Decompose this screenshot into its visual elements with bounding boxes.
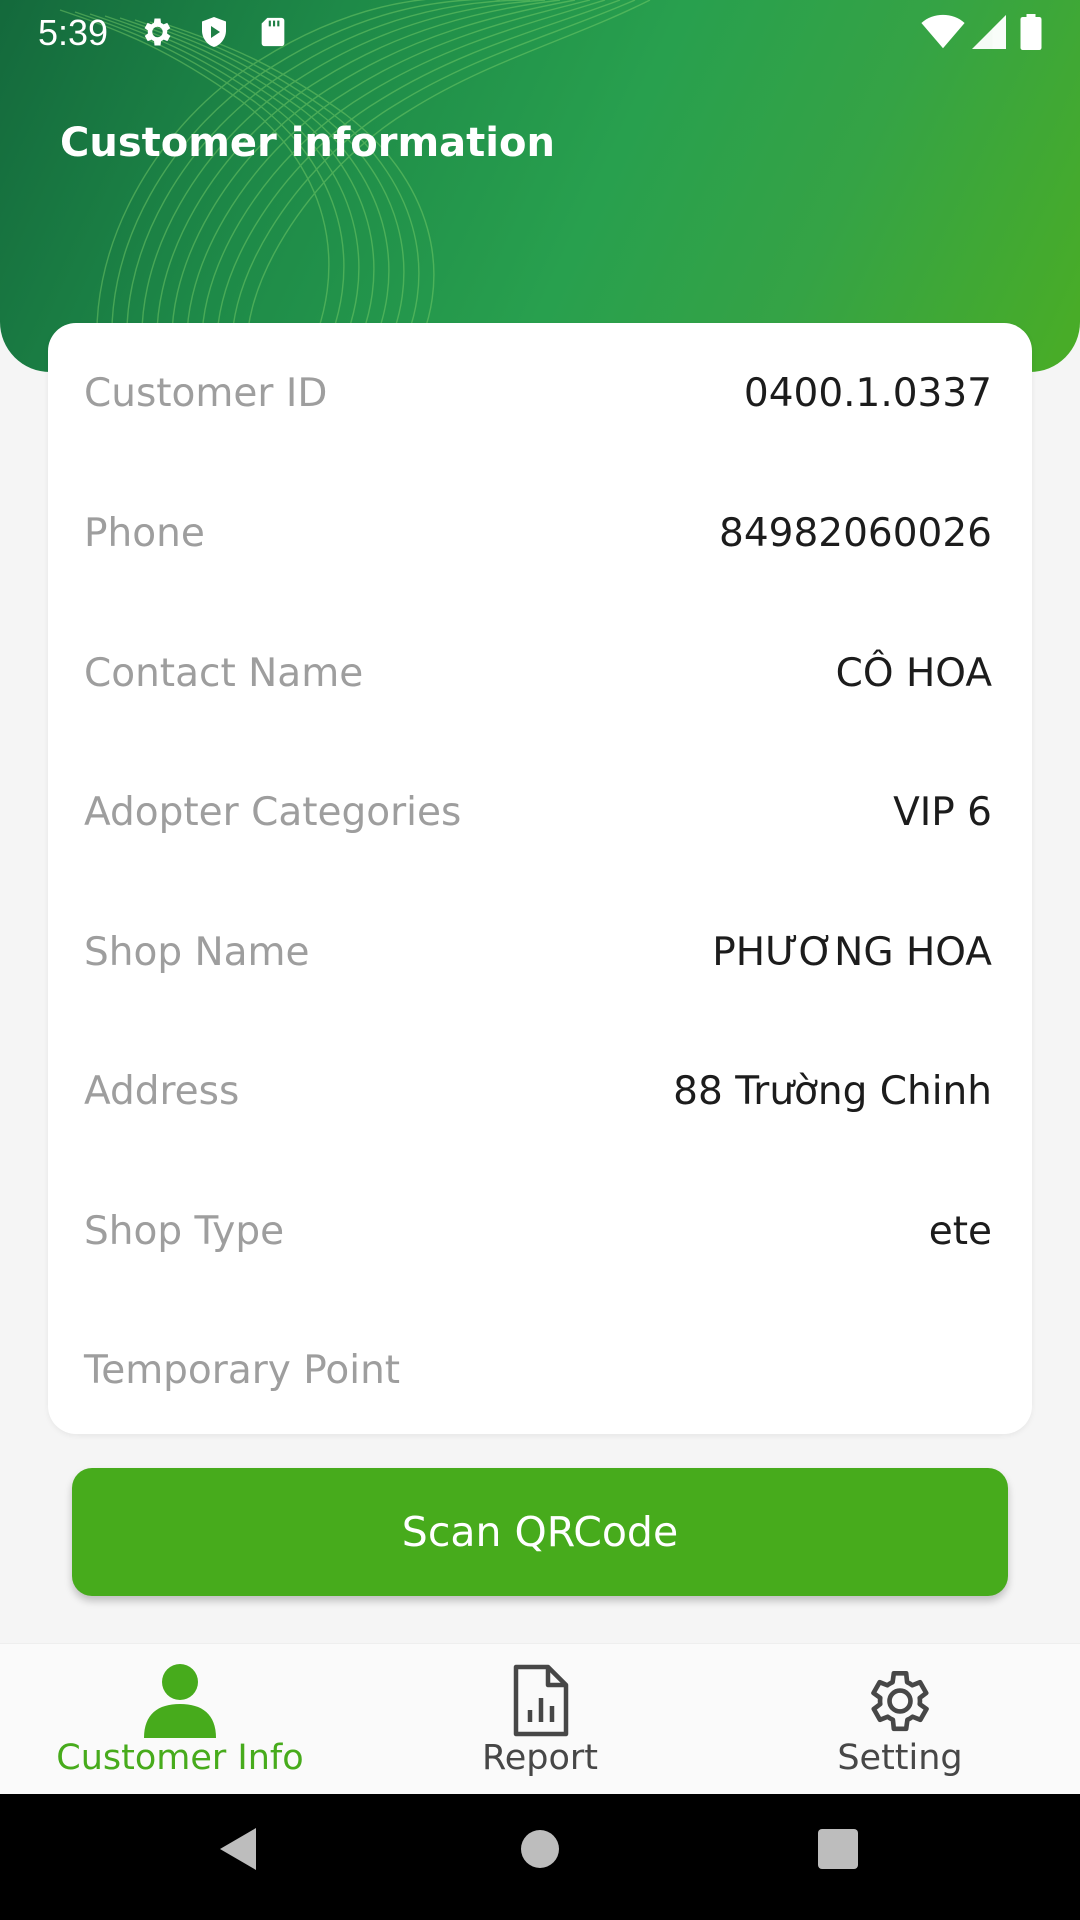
field-label: Address (84, 1068, 240, 1114)
system-navigation-bar (0, 1794, 1080, 1920)
gear-icon (871, 1670, 929, 1732)
nav-label: Setting (837, 1738, 963, 1778)
field-row-contact-name: Contact Name CÔ HOA (84, 633, 992, 713)
page-title: Customer information (60, 120, 555, 166)
field-value: 0400.1.0337 (743, 370, 992, 416)
field-row-shop-name: Shop Name PHƯƠNG HOA (84, 912, 992, 992)
nav-item-report[interactable]: Report (360, 1644, 720, 1795)
field-row-temporary-point: Temporary Point (84, 1330, 992, 1410)
scan-qrcode-button[interactable]: Scan QRCode (72, 1468, 1008, 1596)
field-row-shop-type: Shop Type ete (84, 1191, 992, 1271)
gear-icon (144, 18, 171, 46)
field-row-phone: Phone 84982060026 (84, 493, 992, 573)
field-row-adopter-categories: Adopter Categories VIP 6 (84, 772, 992, 852)
battery-icon (1020, 14, 1042, 50)
sd-card-icon (261, 17, 285, 47)
field-label: Temporary Point (84, 1347, 401, 1393)
header-banner: 5:39 Customer information (0, 0, 1080, 372)
nav-label: Report (481, 1738, 599, 1778)
bottom-navigation: Customer Info Report Setting (0, 1643, 1080, 1795)
field-value: ete (928, 1208, 992, 1254)
field-label: Contact Name (84, 650, 364, 696)
field-value: CÔ HOA (835, 650, 992, 696)
field-row-customer-id: Customer ID 0400.1.0337 (84, 353, 992, 433)
status-time: 5:39 (38, 12, 109, 53)
nav-item-customer-info[interactable]: Customer Info (0, 1644, 360, 1795)
nav-label: Customer Info (56, 1738, 304, 1778)
recents-icon[interactable] (817, 1824, 859, 1874)
field-value: VIP 6 (893, 789, 992, 835)
back-icon[interactable] (216, 1824, 260, 1874)
field-row-address: Address 88 Trường Chinh (84, 1051, 992, 1131)
status-bar: 5:39 (0, 0, 1080, 64)
field-label: Shop Name (84, 929, 310, 975)
field-label: Customer ID (84, 370, 328, 416)
signal-icon (972, 15, 1006, 49)
field-label: Shop Type (84, 1208, 285, 1254)
field-label: Adopter Categories (84, 789, 462, 835)
person-icon (144, 1664, 216, 1738)
field-value: 88 Trường Chinh (673, 1068, 992, 1114)
field-label: Phone (84, 510, 205, 556)
customer-info-card: Customer ID 0400.1.0337 Phone 8498206002… (48, 323, 1032, 1434)
nav-item-setting[interactable]: Setting (720, 1644, 1080, 1795)
home-icon[interactable] (520, 1824, 560, 1874)
field-value: 84982060026 (719, 510, 992, 556)
wifi-icon (921, 14, 965, 49)
report-icon (513, 1664, 569, 1737)
shield-icon (202, 17, 226, 47)
field-value: PHƯƠNG HOA (712, 929, 992, 975)
